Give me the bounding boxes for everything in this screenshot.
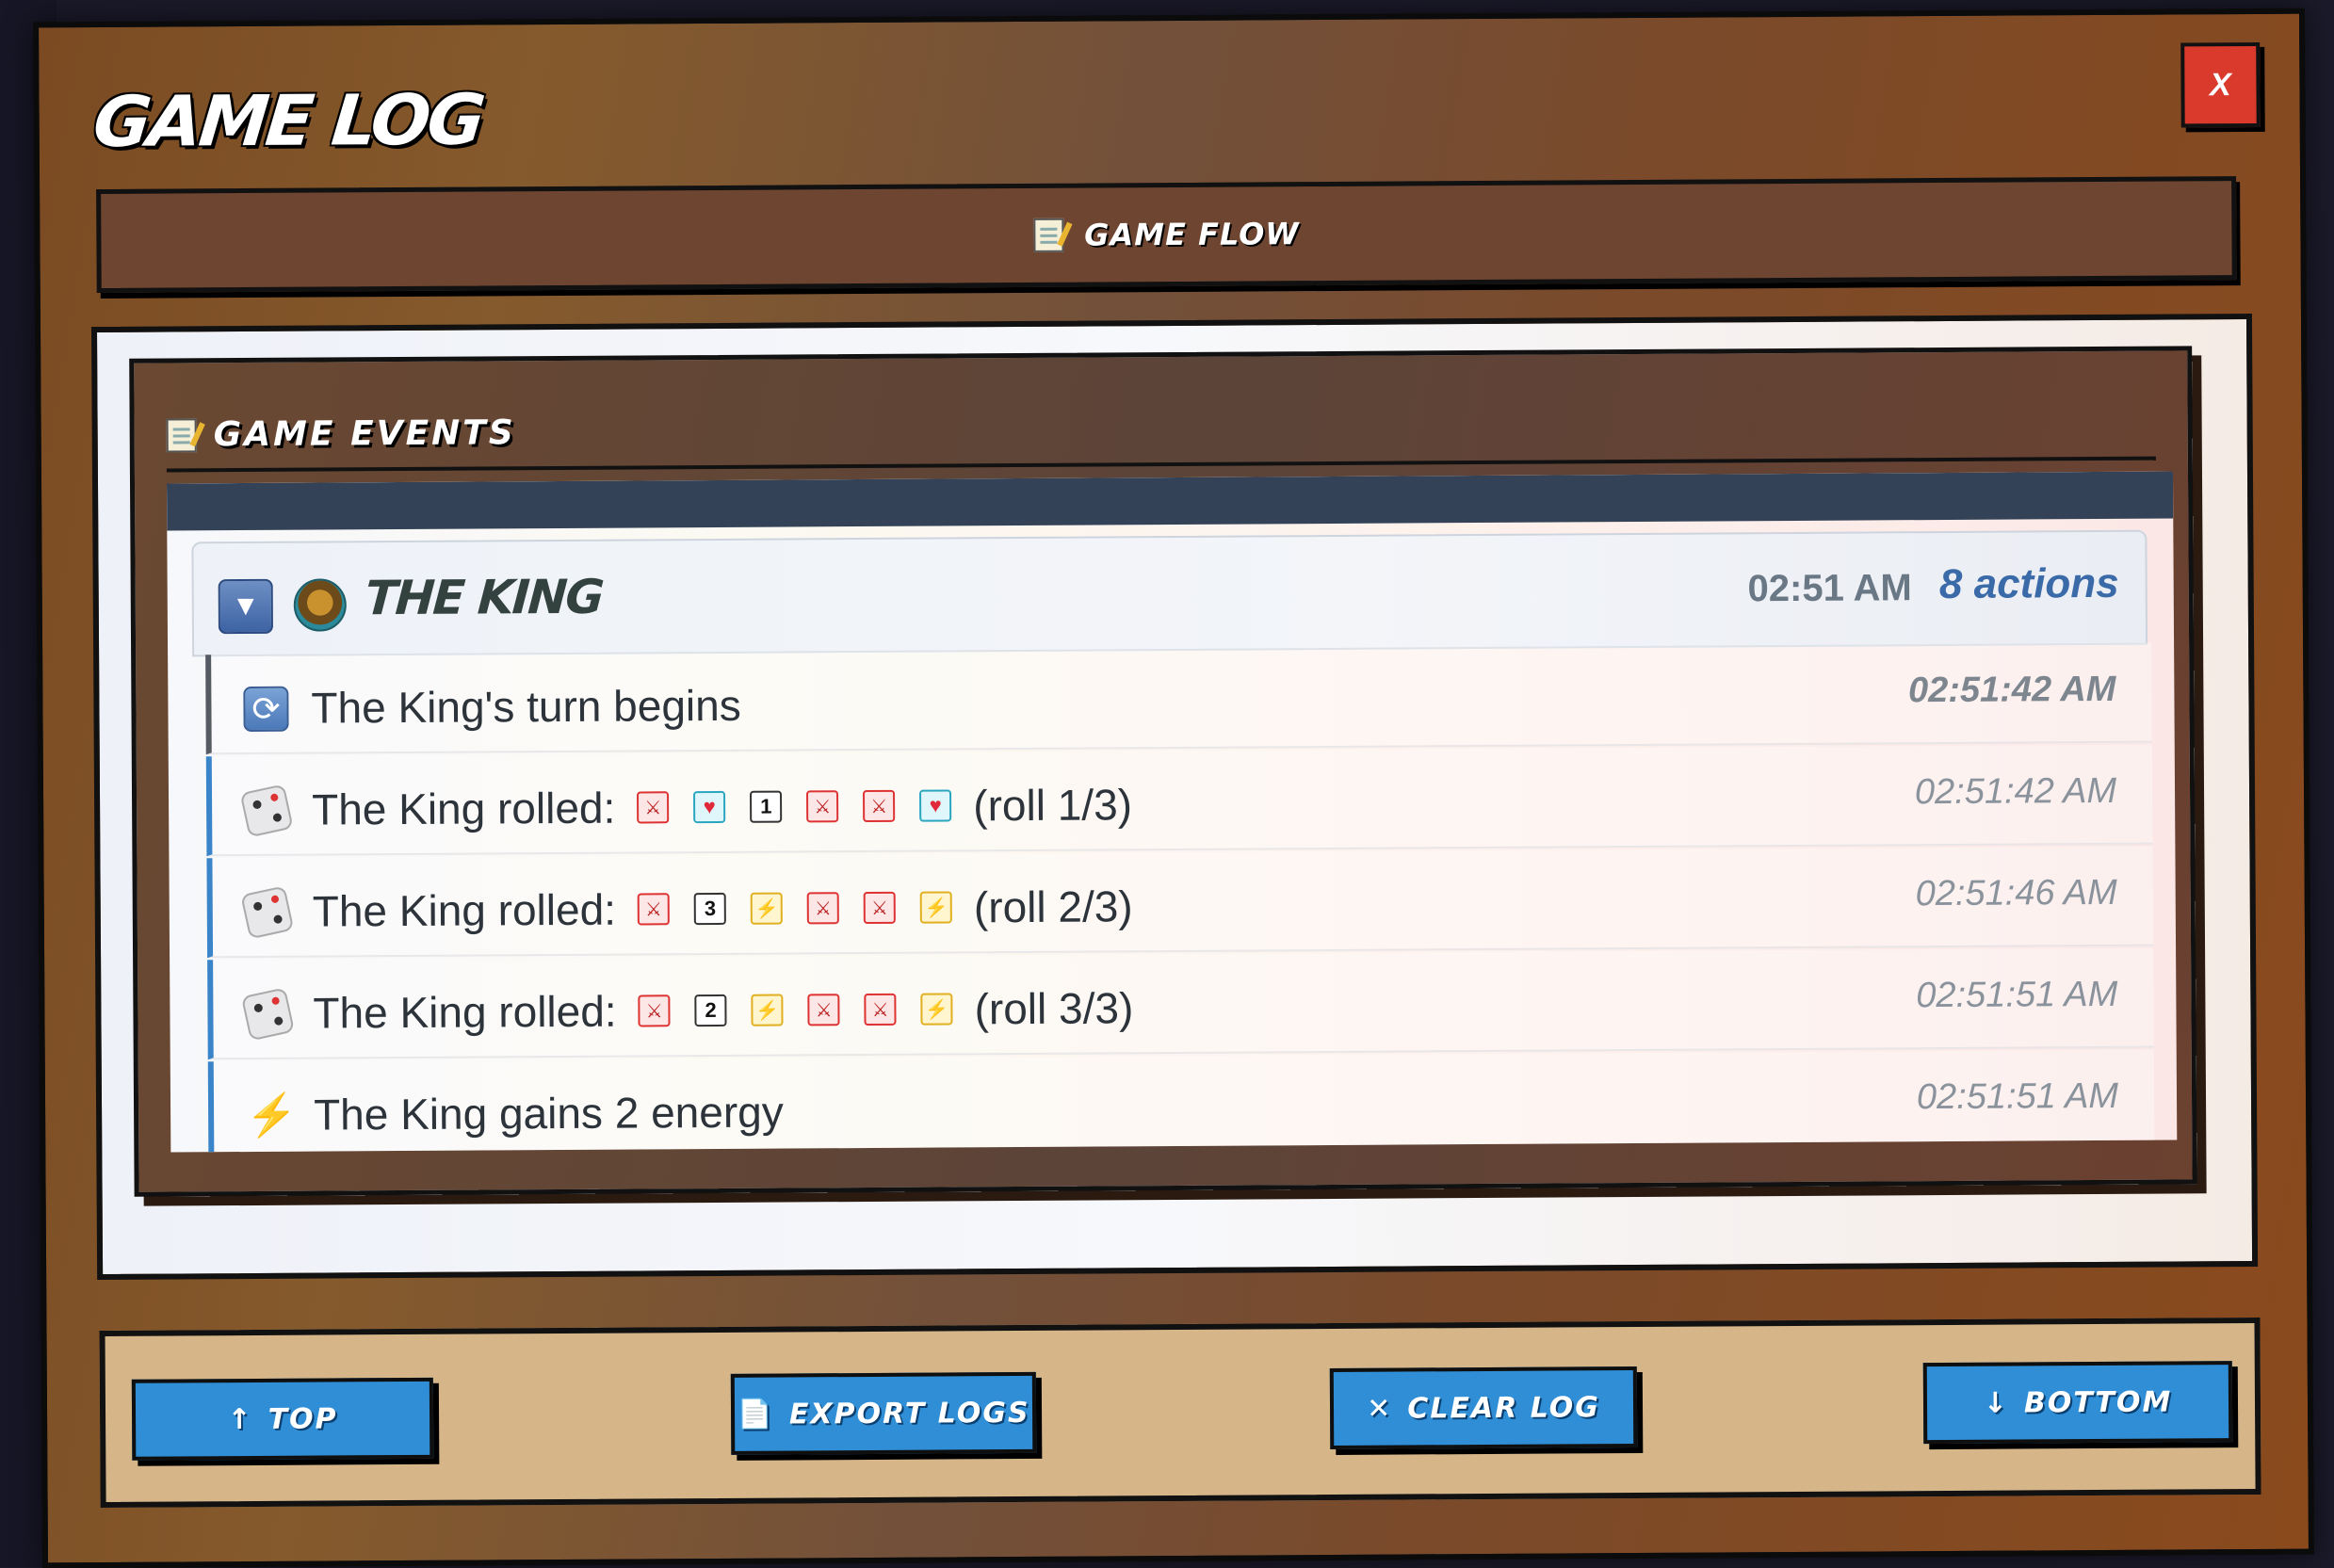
number-die: 2 — [694, 994, 727, 1027]
close-x-icon: ✕ — [1367, 1392, 1393, 1426]
energy-die-icon: ⚡ — [920, 993, 953, 1026]
entry-message: The King rolled: — [313, 986, 617, 1038]
close-button[interactable]: X — [2180, 41, 2261, 128]
entry-message: The King gains 2 energy — [313, 1087, 784, 1140]
export-logs-button[interactable]: 📄 EXPORT LOGS — [730, 1371, 1037, 1455]
heart-die-icon: ♥ — [919, 789, 952, 822]
entry-time: 02:51:46 AM — [1915, 872, 2117, 914]
bottom-label: BOTTOM — [2023, 1385, 2173, 1419]
scroll-bottom-button[interactable]: ↓ BOTTOM — [1922, 1361, 2233, 1445]
document-icon: 📄 — [737, 1398, 775, 1431]
claw-die-icon: ⚔ — [637, 791, 670, 824]
events-panel: GAME EVENTS ▼ THE KING 02:51 AM 8 action… — [90, 313, 2259, 1280]
scroll-top-button[interactable]: ↑ TOP — [131, 1377, 434, 1461]
log-entry-energy: ⚡ The King gains 2 energy 02:51:51 AM — [207, 1049, 2155, 1153]
roll-suffix: (roll 3/3) — [974, 983, 1134, 1034]
dice-result: ⚔ 3 ⚡ ⚔ ⚔ ⚡ — [625, 891, 964, 926]
footer-toolbar: ↑ TOP 📄 EXPORT LOGS ✕ CLEAR LOG ↓ BOTTOM — [99, 1317, 2261, 1508]
entry-time: 02:51:42 AM — [1914, 770, 2117, 813]
clear-log-button[interactable]: ✕ CLEAR LOG — [1329, 1366, 1638, 1449]
dice-icon — [240, 885, 295, 940]
events-title: GAME EVENTS — [213, 413, 516, 455]
player-name: THE KING — [363, 569, 605, 626]
memo-icon — [166, 417, 197, 453]
roll-suffix: (roll 1/3) — [973, 780, 1133, 831]
entry-text: The King rolled: ⚔ ♥ 1 ⚔ ⚔ ♥ (roll 1/3) — [312, 779, 1132, 834]
entry-text: The King's turn begins — [311, 680, 741, 734]
events-scroll-area[interactable]: ▼ THE KING 02:51 AM 8 actions ⟳ The King… — [167, 471, 2178, 1153]
refresh-icon: ⟳ — [243, 686, 289, 733]
dice-result: ⚔ ♥ 1 ⚔ ⚔ ♥ — [624, 789, 964, 824]
energy-die-icon: ⚡ — [750, 892, 784, 925]
game-flow-label: GAME FLOW — [1084, 216, 1300, 253]
claw-die-icon: ⚔ — [637, 893, 671, 926]
bolt-icon: ⚡ — [245, 1091, 299, 1140]
claw-die-icon: ⚔ — [806, 790, 839, 823]
energy-die-icon: ⚡ — [919, 891, 953, 924]
number-die: 1 — [750, 790, 783, 823]
arrow-up-icon: ↑ — [227, 1402, 253, 1436]
events-header: GAME EVENTS — [166, 413, 516, 455]
entry-text: The King rolled: ⚔ 2 ⚡ ⚔ ⚔ ⚡ (roll 3/3) — [313, 982, 1133, 1038]
claw-die-icon: ⚔ — [638, 994, 671, 1027]
dice-icon — [239, 784, 294, 838]
memo-icon — [1033, 218, 1064, 252]
action-count: 8 actions — [1938, 559, 2119, 608]
entry-message: The King rolled: — [311, 783, 616, 834]
king-avatar-icon — [293, 578, 347, 632]
roll-suffix: (roll 2/3) — [973, 881, 1133, 932]
entry-time: 02:51:42 AM — [1907, 669, 2116, 711]
arrow-down-icon: ↓ — [1983, 1386, 2010, 1420]
entry-text: The King gains 2 energy — [314, 1087, 784, 1140]
dice-result: ⚔ 2 ⚡ ⚔ ⚔ ⚡ — [626, 993, 965, 1027]
log-entry-roll: The King rolled: ⚔ 3 ⚡ ⚔ ⚔ ⚡ (roll 2/3) … — [206, 846, 2154, 959]
top-label: TOP — [267, 1401, 338, 1436]
log-entry-roll: The King rolled: ⚔ 2 ⚡ ⚔ ⚔ ⚡ (roll 3/3) … — [207, 947, 2154, 1060]
log-entry-roll: The King rolled: ⚔ ♥ 1 ⚔ ⚔ ♥ (roll 1/3) … — [205, 744, 2153, 857]
entry-text: The King rolled: ⚔ 3 ⚡ ⚔ ⚔ ⚡ (roll 2/3) — [313, 881, 1133, 936]
heart-die-icon: ♥ — [693, 790, 726, 824]
clear-label: CLEAR LOG — [1407, 1390, 1600, 1425]
claw-die-icon: ⚔ — [806, 892, 840, 925]
claw-die-icon: ⚔ — [863, 789, 896, 823]
events-panel-inner: GAME EVENTS ▼ THE KING 02:51 AM 8 action… — [129, 346, 2197, 1197]
number-die: 3 — [693, 892, 727, 926]
energy-die-icon: ⚡ — [751, 994, 784, 1026]
entry-message: The King's turn begins — [311, 680, 741, 733]
claw-die-icon: ⚔ — [863, 891, 897, 925]
entry-time: 02:51:51 AM — [1916, 1075, 2119, 1118]
export-label: EXPORT LOGS — [788, 1396, 1030, 1431]
game-log-modal: GAME LOG X GAME FLOW GAME EVENTS ▼ THE K… — [33, 8, 2314, 1568]
log-entry-turn: ⟳ The King's turn begins 02:51:42 AM — [205, 642, 2152, 755]
group-time: 02:51 AM — [1747, 567, 1912, 610]
modal-title: GAME LOG — [89, 79, 487, 164]
events-divider — [166, 456, 2156, 473]
scroll-top-shade — [167, 471, 2174, 531]
entry-message: The King rolled: — [312, 884, 617, 936]
claw-die-icon: ⚔ — [807, 994, 840, 1026]
entry-time: 02:51:51 AM — [1916, 974, 2118, 1016]
dice-icon — [240, 987, 296, 1042]
claw-die-icon: ⚔ — [864, 993, 897, 1026]
collapse-toggle-icon[interactable]: ▼ — [218, 578, 273, 635]
game-flow-tab[interactable]: GAME FLOW — [96, 176, 2237, 293]
player-group-header[interactable]: ▼ THE KING 02:51 AM 8 actions — [191, 529, 2148, 657]
